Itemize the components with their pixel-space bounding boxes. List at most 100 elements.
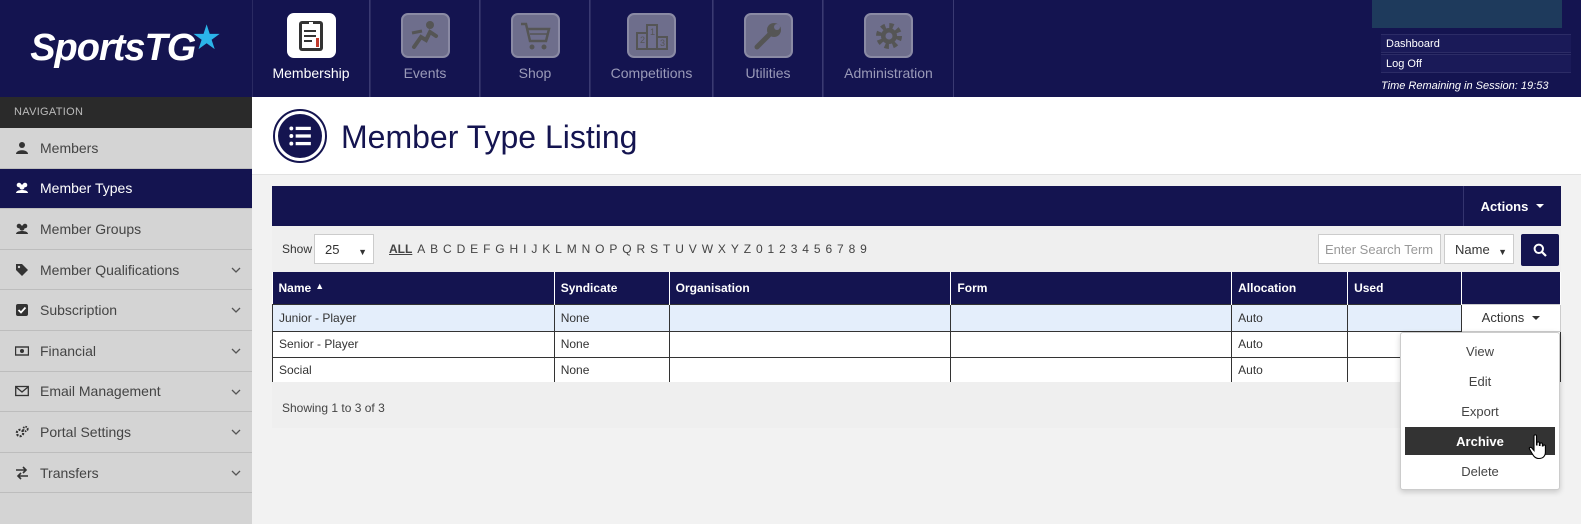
column-used[interactable]: Used <box>1347 272 1462 304</box>
list-controls: Show 25 ▼ ALL A B C D E F G H I J K L M N O P Q R S T U V W X Y Z 0… <box>272 226 1561 272</box>
sportstg-logo[interactable]: SportsTG ★ <box>0 0 252 97</box>
sidebar-item-member-qualifications[interactable]: Member Qualifications <box>0 250 252 291</box>
module-membership[interactable]: Membership <box>252 0 370 97</box>
module-competitions[interactable]: 12 3 Competitions <box>590 0 713 97</box>
table-row[interactable]: Senior - Player None Auto <box>272 330 1562 358</box>
alpha-filter-o[interactable]: O <box>595 242 604 256</box>
alpha-filter-q[interactable]: Q <box>622 242 631 256</box>
module-administration[interactable]: Administration <box>823 0 954 97</box>
panel-actions-button[interactable]: Actions <box>1463 186 1561 226</box>
module-utilities[interactable]: Utilities <box>713 0 823 97</box>
alpha-filter-z[interactable]: Z <box>744 242 751 256</box>
column-name[interactable]: Name ▲ <box>272 272 555 304</box>
alpha-filter-y[interactable]: Y <box>731 242 739 256</box>
alpha-filter-t[interactable]: T <box>663 242 670 256</box>
alpha-filter-1[interactable]: 1 <box>768 242 775 256</box>
alpha-filter-c[interactable]: C <box>443 242 452 256</box>
module-label: Utilities <box>745 65 791 81</box>
chevron-down-icon[interactable] <box>230 264 242 276</box>
chevron-down-icon[interactable] <box>230 386 242 398</box>
alpha-filter-w[interactable]: W <box>702 242 713 256</box>
sidebar-item-members[interactable]: Members <box>0 128 252 169</box>
alpha-filter-4[interactable]: 4 <box>802 242 809 256</box>
alpha-filter-all[interactable]: ALL <box>389 242 412 256</box>
alpha-filter-5[interactable]: 5 <box>814 242 821 256</box>
menu-item-edit[interactable]: Edit <box>1405 367 1555 395</box>
alpha-filter-i[interactable]: I <box>523 242 526 256</box>
alpha-filter-9[interactable]: 9 <box>860 242 867 256</box>
module-events[interactable]: Events <box>370 0 480 97</box>
logo-text: SportsTG <box>30 27 196 69</box>
module-shop[interactable]: Shop <box>480 0 590 97</box>
sort-asc-icon: ▲ <box>315 280 325 291</box>
table-row[interactable]: Social None Auto <box>272 356 1562 384</box>
alpha-filter-6[interactable]: 6 <box>825 242 832 256</box>
alpha-filter-8[interactable]: 8 <box>849 242 856 256</box>
alpha-filter-u[interactable]: U <box>675 242 684 256</box>
alpha-filter-h[interactable]: H <box>510 242 519 256</box>
alpha-filter-m[interactable]: M <box>567 242 577 256</box>
chevron-down-icon[interactable] <box>230 345 242 357</box>
alpha-filter-s[interactable]: S <box>650 242 658 256</box>
actions-label: Actions <box>1480 198 1529 214</box>
sidebar-item-subscription[interactable]: Subscription <box>0 290 252 331</box>
menu-item-export[interactable]: Export <box>1405 397 1555 425</box>
chevron-down-icon[interactable] <box>230 467 242 479</box>
alpha-filter-l[interactable]: L <box>555 242 562 256</box>
svg-text:1: 1 <box>650 27 655 37</box>
sidebar-item-member-groups[interactable]: Member Groups <box>0 209 252 250</box>
users-icon <box>14 181 30 195</box>
alpha-filter-r[interactable]: R <box>637 242 646 256</box>
select-caret-icon: ▼ <box>358 247 367 257</box>
column-form[interactable]: Form <box>950 272 1233 304</box>
hand-cursor-icon <box>1528 434 1546 460</box>
alpha-filter-g[interactable]: G <box>495 242 504 256</box>
sidebar-item-label: Members <box>40 139 99 156</box>
table-row[interactable]: Junior - Player None Auto Actions <box>272 303 1562 332</box>
menu-item-view[interactable]: View <box>1405 337 1555 365</box>
page-size-select[interactable]: 25 ▼ <box>314 234 374 264</box>
alpha-filter-7[interactable]: 7 <box>837 242 844 256</box>
cell-allocation: Auto <box>1231 330 1349 358</box>
sidebar-item-member-types[interactable]: Member Types <box>0 168 252 210</box>
sidebar-item-portal-settings[interactable]: Portal Settings <box>0 412 252 453</box>
alpha-filter-a[interactable]: A <box>417 242 425 256</box>
sidebar-item-label: Transfers <box>40 464 99 481</box>
search-field-select[interactable]: Name ▼ <box>1444 234 1514 264</box>
alpha-filter-d[interactable]: D <box>457 242 466 256</box>
cell-name: Social <box>272 356 555 384</box>
sidebar-item-financial[interactable]: Financial <box>0 331 252 372</box>
column-allocation[interactable]: Allocation <box>1231 272 1349 304</box>
sidebar-item-transfers[interactable]: Transfers <box>0 453 252 494</box>
alpha-filter-f[interactable]: F <box>483 242 490 256</box>
row-actions-button[interactable]: Actions <box>1462 305 1560 331</box>
column-syndicate[interactable]: Syndicate <box>554 272 670 304</box>
alpha-filter-x[interactable]: X <box>718 242 726 256</box>
page-size-value: 25 <box>325 242 340 257</box>
search-input[interactable]: Enter Search Term <box>1318 234 1441 264</box>
alpha-filter-k[interactable]: K <box>542 242 550 256</box>
chevron-down-icon[interactable] <box>230 304 242 316</box>
menu-item-delete[interactable]: Delete <box>1405 457 1555 485</box>
sidebar-item-label: Subscription <box>40 302 118 319</box>
cell-syndicate: None <box>553 356 670 384</box>
cell-used <box>1347 303 1462 332</box>
sidebar-item-label: Financial <box>40 342 97 359</box>
alpha-filter-n[interactable]: N <box>582 242 591 256</box>
logoff-link[interactable]: Log Off <box>1381 54 1571 73</box>
search-button[interactable] <box>1521 234 1559 266</box>
alpha-filter-0[interactable]: 0 <box>756 242 763 256</box>
sidebar-item-email-management[interactable]: Email Management <box>0 372 252 413</box>
alpha-filter-v[interactable]: V <box>689 242 697 256</box>
alpha-filter-3[interactable]: 3 <box>791 242 798 256</box>
alpha-filter-p[interactable]: P <box>609 242 617 256</box>
caret-down-icon <box>1532 315 1541 320</box>
table-header-row: Name ▲ Syndicate Organisation Form Alloca… <box>272 272 1562 304</box>
alpha-filter-b[interactable]: B <box>430 242 438 256</box>
column-organisation[interactable]: Organisation <box>669 272 952 304</box>
dashboard-link[interactable]: Dashboard <box>1381 34 1571 53</box>
alpha-filter-2[interactable]: 2 <box>779 242 786 256</box>
chevron-down-icon[interactable] <box>230 426 242 438</box>
alpha-filter-j[interactable]: J <box>531 242 537 256</box>
alpha-filter-e[interactable]: E <box>470 242 478 256</box>
